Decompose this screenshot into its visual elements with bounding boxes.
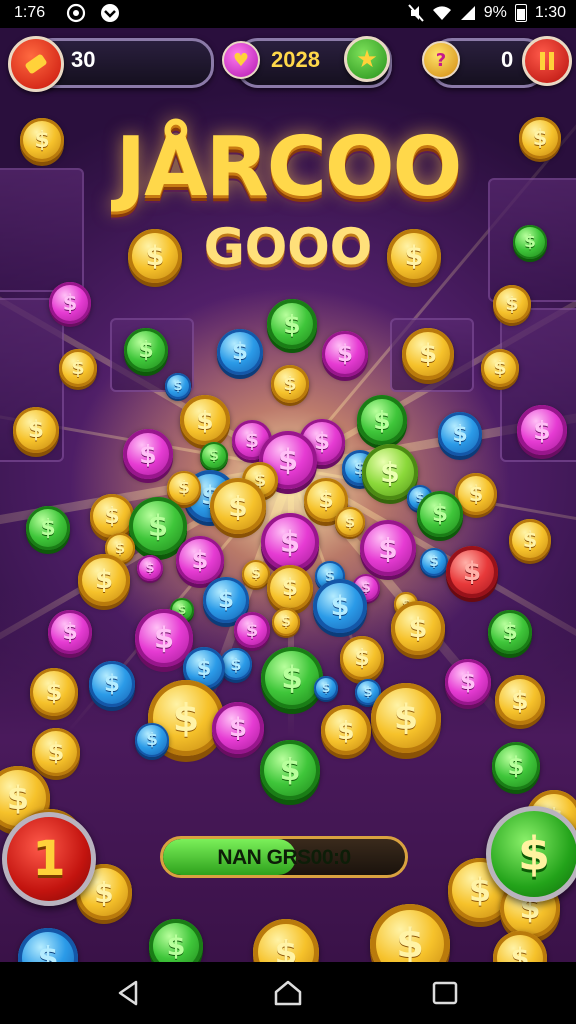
gem-icon: ♥ bbox=[222, 41, 260, 79]
pink-coin[interactable]: $ bbox=[322, 331, 368, 377]
game-screen: 1:76 9% 1:30 JÅRCOO GOOO $ $ $ $ $ $ $ $… bbox=[0, 0, 576, 1024]
blue-coin[interactable]: $ bbox=[89, 661, 135, 707]
green-coin[interactable]: $ bbox=[26, 506, 70, 550]
blue-coin[interactable]: $ bbox=[217, 329, 263, 375]
battery-percent: 9% bbox=[483, 4, 507, 21]
home-icon[interactable] bbox=[273, 978, 303, 1008]
blue-coin[interactable]: $ bbox=[135, 723, 169, 757]
status-bar: 1:76 9% 1:30 bbox=[0, 0, 576, 28]
green-coin[interactable]: $ bbox=[417, 491, 463, 537]
gold-coin[interactable]: $ bbox=[340, 636, 384, 680]
green-coin[interactable]: $ bbox=[488, 610, 532, 654]
game-subtitle: GOOO bbox=[203, 218, 373, 276]
pink-coin[interactable]: $ bbox=[234, 612, 270, 648]
blue-coin[interactable]: $ bbox=[220, 648, 252, 680]
pause-button[interactable] bbox=[522, 36, 572, 86]
pink-coin[interactable]: $ bbox=[360, 520, 416, 576]
gold-counter-value: 0 bbox=[501, 47, 514, 72]
pink-coin[interactable]: $ bbox=[517, 405, 567, 455]
pink-coin[interactable]: $ bbox=[261, 513, 319, 571]
notification-icon bbox=[101, 4, 119, 22]
status-time: 1:76 bbox=[14, 4, 46, 21]
green-coin[interactable]: $ bbox=[513, 225, 547, 259]
blue-coin[interactable]: $ bbox=[314, 676, 338, 700]
gold-coin[interactable]: $ bbox=[509, 519, 551, 561]
mute-icon bbox=[407, 4, 424, 22]
gold-coin[interactable]: $ bbox=[267, 565, 313, 611]
recents-icon[interactable] bbox=[430, 978, 460, 1008]
green-coin[interactable]: $ bbox=[492, 742, 540, 790]
gold-coin[interactable]: $ bbox=[59, 349, 97, 387]
gold-coin[interactable]: $ bbox=[272, 608, 300, 636]
ticket-counter-value: 30 bbox=[71, 47, 96, 72]
whatsapp-icon bbox=[66, 3, 86, 23]
gold-coin[interactable]: $ bbox=[242, 560, 270, 588]
star-icon[interactable]: ★ bbox=[344, 36, 390, 82]
green-coin[interactable]: $ bbox=[124, 328, 168, 372]
status-right: 9% 1:30 bbox=[407, 4, 566, 22]
red-coin[interactable]: $ bbox=[446, 546, 498, 598]
gold-coin[interactable]: $ bbox=[335, 507, 365, 537]
progress-bar: NAN GRS00:0 bbox=[160, 836, 408, 878]
bet-button[interactable]: 1 bbox=[2, 812, 96, 906]
pink-coin[interactable]: $ bbox=[48, 610, 92, 654]
blue-coin[interactable]: $ bbox=[165, 373, 191, 399]
pink-coin[interactable]: $ bbox=[49, 282, 91, 324]
blue-coin[interactable]: $ bbox=[420, 548, 448, 576]
gold-coin[interactable]: $ bbox=[78, 554, 130, 606]
signal-icon bbox=[460, 6, 475, 20]
blue-coin[interactable]: $ bbox=[313, 579, 367, 633]
gold-coin[interactable]: $ bbox=[519, 117, 561, 159]
gold-coin[interactable]: $ bbox=[391, 601, 445, 655]
gold-coin[interactable]: $ bbox=[495, 675, 545, 725]
gold-coin[interactable]: $ bbox=[271, 365, 309, 403]
green-coin[interactable]: $ bbox=[267, 299, 317, 349]
navigation-bar bbox=[0, 962, 576, 1024]
gold-coin[interactable]: $ bbox=[32, 728, 80, 776]
game-title: JÅRCOO bbox=[115, 120, 463, 215]
pink-coin[interactable]: $ bbox=[176, 536, 224, 584]
gold-coin[interactable]: $ bbox=[387, 229, 441, 283]
gem-counter-value: 2028 bbox=[271, 47, 320, 72]
gold-coin[interactable]: $ bbox=[90, 494, 134, 538]
gold-coin[interactable]: $ bbox=[493, 285, 531, 323]
pink-coin[interactable]: $ bbox=[212, 702, 264, 754]
green-coin[interactable]: $ bbox=[260, 740, 320, 800]
gold-coin[interactable]: $ bbox=[321, 705, 371, 755]
green-coin[interactable]: $ bbox=[200, 442, 228, 470]
gold-coin[interactable]: $ bbox=[180, 395, 230, 445]
gold-coin[interactable]: $ bbox=[128, 229, 182, 283]
green-coin[interactable]: $ bbox=[261, 647, 323, 709]
pink-coin[interactable]: $ bbox=[445, 659, 491, 705]
gold-coin[interactable]: $ bbox=[210, 478, 266, 534]
gold-coin[interactable]: $ bbox=[402, 328, 454, 380]
pause-icon bbox=[540, 52, 554, 70]
wifi-icon bbox=[432, 6, 451, 20]
blue-coin[interactable]: $ bbox=[438, 412, 482, 456]
back-icon[interactable] bbox=[114, 978, 144, 1008]
gold-gem-icon: ? bbox=[422, 41, 460, 79]
gold-coin[interactable]: $ bbox=[481, 349, 519, 387]
battery-icon bbox=[514, 4, 527, 22]
status-clock: 1:30 bbox=[534, 4, 566, 21]
gold-coin[interactable]: $ bbox=[30, 668, 78, 716]
game-board[interactable]: JÅRCOO GOOO $ $ $ $ $ $ $ $ $ $ $ $ $ $ $ $ $ $ $ $ $ $ $ $ $ $ $ $… bbox=[0, 28, 576, 962]
cash-button[interactable]: $ bbox=[486, 806, 576, 902]
gold-coin[interactable]: $ bbox=[13, 407, 59, 453]
gold-coin[interactable]: $ bbox=[20, 118, 64, 162]
green-coin[interactable]: $ bbox=[129, 497, 187, 555]
ticket-icon bbox=[8, 36, 64, 92]
gold-coin[interactable]: $ bbox=[371, 683, 441, 753]
pink-coin[interactable]: $ bbox=[137, 555, 163, 581]
green-coin[interactable]: $ bbox=[357, 395, 407, 445]
progress-label: NAN GRS00:0 bbox=[217, 846, 351, 869]
pink-coin[interactable]: $ bbox=[123, 429, 173, 479]
